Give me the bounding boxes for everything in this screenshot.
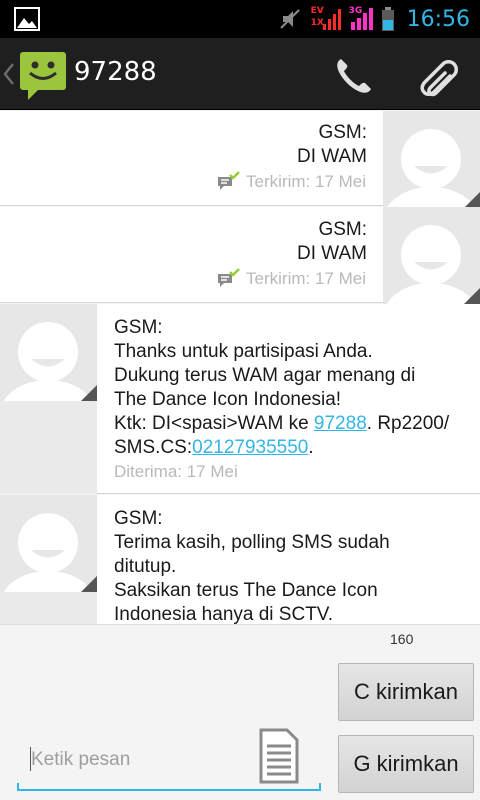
signal-ev-icon: EV 1X: [311, 6, 341, 32]
phone-number-link[interactable]: 97288: [314, 413, 367, 434]
message-body: GSM: Terima kasih, polling SMS sudah dit…: [114, 507, 474, 624]
message-line: Terima kasih, polling SMS sudah: [114, 532, 390, 553]
paperclip-icon[interactable]: [414, 52, 462, 100]
message-line: Dukung terus WAM agar menang di: [114, 365, 416, 386]
status-clock: 16:56: [406, 6, 470, 32]
message-line: DI WAM: [296, 146, 367, 167]
mute-icon: [279, 9, 300, 29]
message-list[interactable]: GSM: DI WAM Terkirim: 17 Mei GSM: DI WAM…: [0, 111, 480, 624]
message-text: Ktk: DI<spasi>WAM ke: [114, 413, 314, 434]
message-item[interactable]: GSM: DI WAM Terkirim: 17 Mei: [0, 207, 480, 304]
message-line: ditutup.: [114, 556, 177, 577]
back-caret-icon[interactable]: [3, 62, 15, 86]
message-item[interactable]: GSM: Thanks untuk partisipasi Anda. Duku…: [0, 304, 480, 494]
message-line: GSM:: [114, 317, 163, 338]
phone-number-link[interactable]: 02127935550: [192, 437, 308, 458]
avatar[interactable]: [0, 304, 97, 401]
avatar-strip: [0, 592, 97, 624]
message-body: GSM: Thanks untuk partisipasi Anda. Duku…: [114, 316, 474, 460]
message-text: .: [308, 437, 314, 458]
phone-icon[interactable]: [332, 54, 376, 98]
message-item[interactable]: GSM: DI WAM Terkirim: 17 Mei: [0, 111, 480, 208]
message-line: DI WAM: [296, 243, 367, 264]
gallery-icon[interactable]: [14, 6, 40, 32]
avatar[interactable]: [383, 111, 480, 208]
message-item[interactable]: GSM: Terima kasih, polling SMS sudah dit…: [0, 495, 480, 624]
conversation-title: 97288: [74, 57, 157, 87]
send-button-c[interactable]: C kirimkan: [338, 663, 474, 721]
message-status: Terkirim: 17 Mei: [216, 268, 366, 290]
message-line: Thanks untuk partisipasi Anda.: [114, 341, 373, 362]
signal-3g-icon: 3G: [349, 6, 373, 32]
send-button-g[interactable]: G kirimkan: [338, 735, 474, 793]
char-counter: 160: [390, 631, 414, 647]
avatar[interactable]: [383, 207, 480, 304]
message-line: SMS.CS:02127935550.: [114, 436, 474, 460]
message-status: Terkirim: 17 Mei: [216, 171, 366, 193]
battery-icon: [381, 7, 394, 31]
message-status-text: Terkirim: 17 Mei: [246, 269, 366, 288]
message-line: GSM:: [318, 122, 367, 143]
delivered-icon: [218, 268, 240, 287]
message-status-text: Terkirim: 17 Mei: [246, 172, 366, 191]
message-text: . Rp2200/: [366, 413, 450, 434]
avatar[interactable]: [0, 495, 97, 592]
message-line: Saksikan terus The Dance Icon: [114, 580, 378, 601]
avatar-strip: [0, 401, 97, 494]
message-line: GSM:: [318, 219, 367, 240]
compose-area: 160 C kirimkan G kirimkan Ketik pesan: [0, 624, 480, 800]
template-icon[interactable]: [257, 728, 301, 784]
message-line: GSM:: [114, 508, 163, 529]
message-body: GSM: DI WAM: [297, 121, 367, 169]
message-text: SMS.CS:: [114, 437, 193, 458]
action-bar: 97288: [0, 38, 480, 110]
messaging-app-icon[interactable]: [18, 50, 68, 100]
delivered-icon: [218, 171, 240, 190]
message-status-text: Diterima: 17 Mei: [114, 462, 238, 481]
message-line: Indonesia hanya di SCTV.: [114, 604, 334, 624]
message-line: Ktk: DI<spasi>WAM ke 97288. Rp2200/: [114, 412, 474, 436]
message-input-placeholder: Ketik pesan: [31, 749, 131, 770]
status-bar: EV 1X 3G 16:56: [0, 0, 480, 38]
status-icons: EV 1X 3G 16:56: [277, 0, 470, 38]
message-body: GSM: DI WAM: [297, 218, 367, 266]
message-line: The Dance Icon Indonesia!: [114, 389, 342, 410]
message-status: Diterima: 17 Mei: [114, 462, 238, 482]
